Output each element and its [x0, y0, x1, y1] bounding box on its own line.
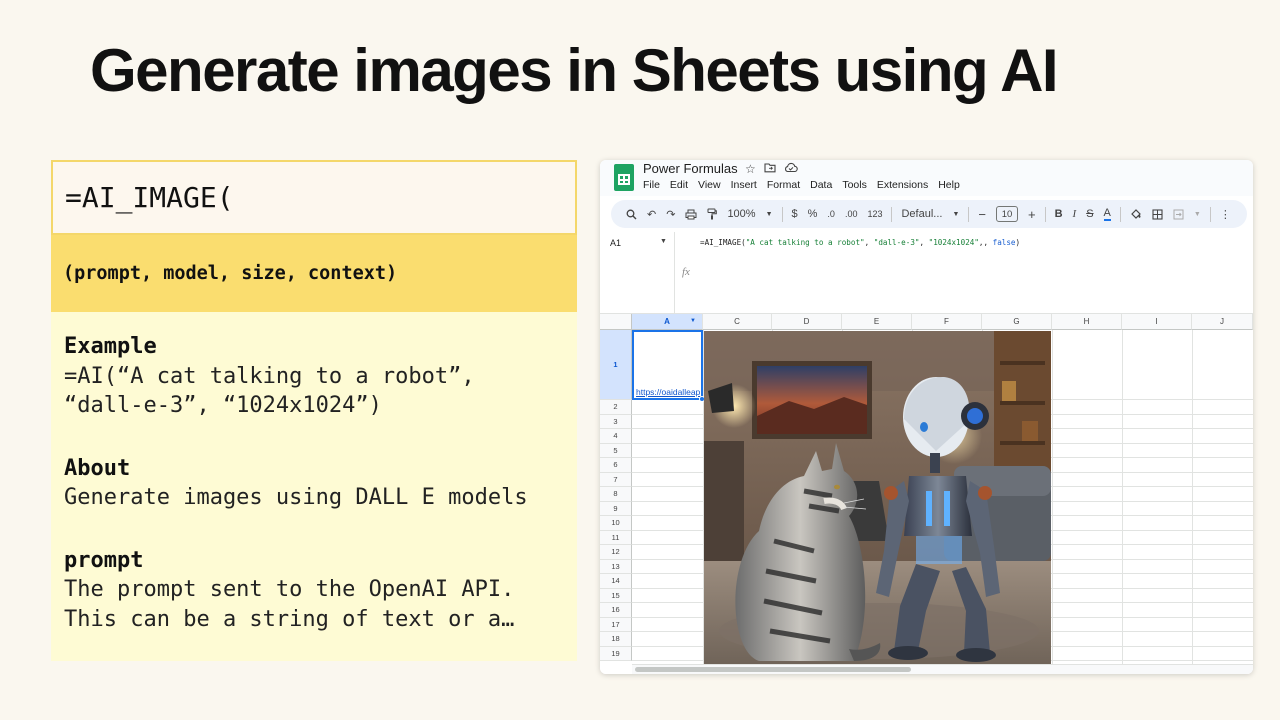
menu-format[interactable]: Format — [767, 179, 800, 191]
borders-icon[interactable] — [1147, 203, 1168, 225]
print-icon[interactable] — [680, 203, 702, 225]
name-box[interactable]: A1 — [610, 238, 621, 248]
row-header-8[interactable]: 8 — [600, 487, 632, 502]
menu-extensions[interactable]: Extensions — [877, 179, 928, 191]
row-header-6[interactable]: 6 — [600, 458, 632, 473]
menu-tools[interactable]: Tools — [842, 179, 867, 191]
star-icon[interactable]: ☆ — [745, 162, 756, 176]
column-header-g[interactable]: G — [982, 314, 1052, 330]
row-header-1[interactable]: 1 — [600, 330, 632, 400]
increase-decimal-button[interactable]: .00 — [840, 203, 863, 225]
row-header-17[interactable]: 17 — [600, 617, 632, 632]
row-header-10[interactable]: 10 — [600, 516, 632, 531]
menu-file[interactable]: File — [643, 179, 660, 191]
search-menus-icon[interactable] — [621, 203, 642, 225]
increase-font-size-button[interactable]: + — [1023, 203, 1041, 225]
column-header-d[interactable]: D — [772, 314, 842, 330]
column-header-i[interactable]: I — [1122, 314, 1192, 330]
font-size-input[interactable]: 10 — [995, 206, 1018, 222]
row-header-5[interactable]: 5 — [600, 443, 632, 458]
bold-button[interactable]: B — [1050, 203, 1068, 225]
more-options-icon[interactable]: ⋮ — [1215, 203, 1236, 225]
decrease-font-size-button[interactable]: − — [973, 203, 991, 225]
undo-icon[interactable]: ↶ — [642, 203, 661, 225]
row-header-3[interactable]: 3 — [600, 414, 632, 429]
sheets-window: Power Formulas ☆ File Edit View Insert F… — [600, 160, 1253, 674]
formula-bar: A1 ▼ fx =AI_IMAGE("A cat talking to a ro… — [600, 232, 1253, 314]
menu-view[interactable]: View — [698, 179, 721, 191]
function-docs: Example =AI(“A cat talking to a robot”, … — [51, 312, 577, 661]
menu-data[interactable]: Data — [810, 179, 832, 191]
sheets-logo-icon[interactable] — [614, 164, 634, 191]
text-color-button[interactable]: A — [1103, 207, 1111, 221]
row-header-13[interactable]: 13 — [600, 559, 632, 574]
ai-generated-image[interactable] — [704, 331, 1051, 666]
column-header-c[interactable]: C — [703, 314, 772, 330]
row-header-7[interactable]: 7 — [600, 472, 632, 487]
chevron-down-icon[interactable]: ▼ — [660, 238, 667, 245]
italic-button[interactable]: I — [1068, 203, 1082, 225]
strikethrough-button[interactable]: S — [1081, 203, 1098, 225]
merge-cells-icon[interactable] — [1168, 203, 1189, 225]
menu-bar: File Edit View Insert Format Data Tools … — [643, 179, 960, 191]
row-header-12[interactable]: 12 — [600, 545, 632, 560]
row-header-9[interactable]: 9 — [600, 501, 632, 516]
number-format-button[interactable]: 123 — [862, 203, 887, 225]
currency-button[interactable]: $ — [787, 203, 803, 225]
chevron-down-icon[interactable]: ▼ — [947, 203, 964, 225]
example-line-1: =AI(“A cat talking to a robot”, — [64, 363, 475, 389]
column-header-j[interactable]: J — [1192, 314, 1253, 330]
formula-input[interactable]: =AI_IMAGE("A cat talking to a robot", "d… — [700, 238, 1020, 247]
menu-edit[interactable]: Edit — [670, 179, 688, 191]
menu-insert[interactable]: Insert — [731, 179, 757, 191]
row-header-4[interactable]: 4 — [600, 429, 632, 444]
row-header-16[interactable]: 16 — [600, 603, 632, 618]
horizontal-scrollbar[interactable] — [632, 664, 1253, 674]
column-header-a[interactable]: A ▼ — [632, 314, 703, 330]
move-to-folder-icon[interactable] — [764, 162, 776, 176]
prompt-heading: prompt — [64, 547, 144, 573]
about-text: Generate images using DALL E models — [64, 485, 528, 510]
zoom-select[interactable]: 100% — [722, 203, 760, 225]
about-heading: About — [64, 455, 131, 481]
percent-button[interactable]: % — [803, 203, 823, 225]
row-header-19[interactable]: 19 — [600, 646, 632, 661]
function-fx-icon: fx — [682, 266, 690, 278]
function-params: (prompt, model, size, context) — [51, 235, 577, 312]
cloud-status-icon[interactable] — [784, 162, 798, 176]
prompt-line-1: The prompt sent to the OpenAI API. — [64, 577, 515, 602]
function-card: =AI_IMAGE( (prompt, model, size, context… — [51, 160, 577, 661]
row-header-15[interactable]: 15 — [600, 588, 632, 603]
fill-color-icon[interactable] — [1125, 203, 1147, 225]
sheets-title-bar: Power Formulas ☆ File Edit View Insert F… — [600, 160, 1253, 196]
chevron-down-icon[interactable]: ▼ — [1189, 203, 1206, 225]
decrease-decimal-button[interactable]: .0 — [822, 203, 840, 225]
row-header-11[interactable]: 11 — [600, 530, 632, 545]
column-header-e[interactable]: E — [842, 314, 912, 330]
example-heading: Example — [64, 334, 157, 359]
column-header-h[interactable]: H — [1052, 314, 1122, 330]
menu-help[interactable]: Help — [938, 179, 960, 191]
prompt-line-2: This can be a string of text or a… — [64, 606, 515, 632]
row-header-2[interactable]: 2 — [600, 400, 632, 415]
chevron-down-icon[interactable]: ▼ — [761, 203, 778, 225]
row-header-14[interactable]: 14 — [600, 574, 632, 589]
select-all-corner[interactable] — [600, 314, 632, 330]
scrollbar-thumb[interactable] — [635, 667, 911, 672]
toolbar: ↶ ↷ 100% ▼ $ % .0 .00 123 Defaul... ▼ − … — [611, 200, 1247, 228]
cell-a1-link[interactable]: https://oaidalleap — [636, 387, 702, 397]
slide-title: Generate images in Sheets using AI — [90, 37, 1059, 104]
font-select[interactable]: Defaul... — [896, 203, 947, 225]
redo-icon[interactable]: ↷ — [661, 203, 680, 225]
column-header-f[interactable]: F — [912, 314, 982, 330]
paint-format-icon[interactable] — [702, 203, 722, 225]
example-line-2: “dall-e-3”, “1024x1024”) — [64, 393, 382, 418]
sheet-grid[interactable]: A▼ ◀▶ C D E F G H I J 123456789101112131… — [600, 314, 1253, 674]
doc-title[interactable]: Power Formulas — [643, 161, 738, 176]
cell-a1[interactable]: https://oaidalleap — [632, 330, 705, 402]
function-name: =AI_IMAGE( — [51, 160, 577, 235]
row-header-18[interactable]: 18 — [600, 632, 632, 647]
